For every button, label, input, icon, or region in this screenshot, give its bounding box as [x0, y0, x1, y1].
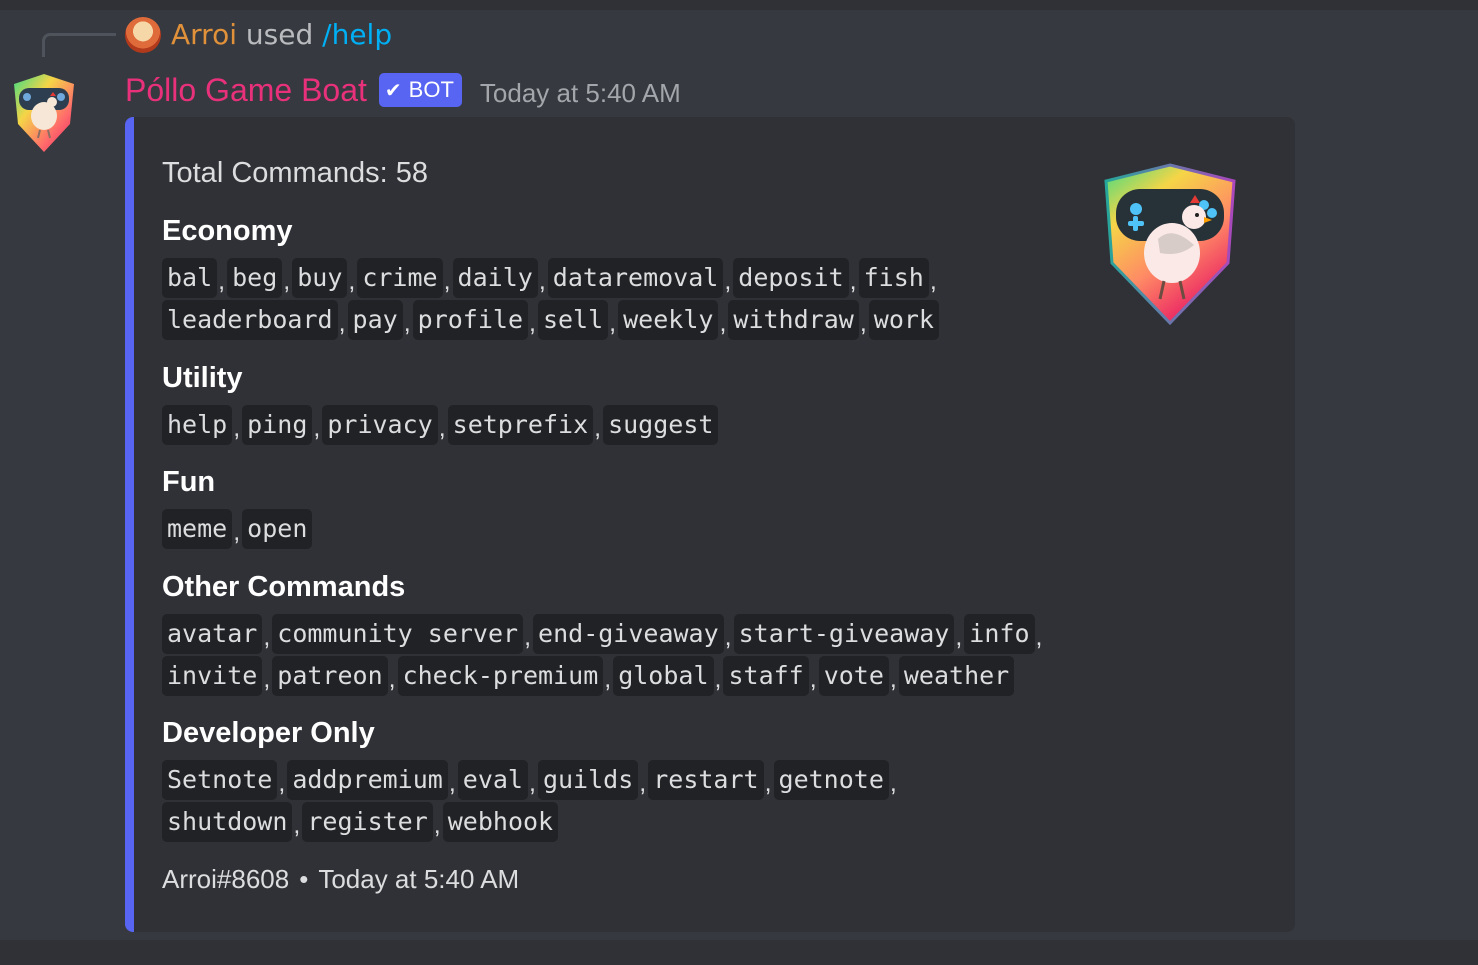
command-chip: community server — [272, 614, 524, 654]
field-line-other-1: avatar, community server, end-giveaway, … — [162, 613, 1044, 655]
command-chip: deposit — [733, 258, 849, 298]
field-title-developer-only: Developer Only — [162, 717, 375, 749]
command-chip: setprefix — [447, 405, 594, 445]
command-chip: weather — [898, 656, 1015, 696]
command-chip: fish — [858, 258, 929, 298]
command-chip: vote — [818, 656, 889, 696]
embed-thumbnail[interactable] — [1100, 161, 1240, 327]
command-chip: global — [613, 656, 714, 696]
footer-timestamp: Today at 5:40 AM — [318, 864, 520, 894]
reply-user-avatar[interactable] — [125, 17, 161, 53]
top-divider — [0, 0, 1478, 10]
command-chip: avatar — [162, 614, 263, 654]
command-chip: patreon — [272, 656, 388, 696]
reply-used-label: used — [245, 18, 314, 51]
command-chip: ping — [242, 405, 313, 445]
footer-separator: • — [299, 864, 309, 894]
embed-footer: Arroi#8608 • Today at 5:40 AM — [162, 860, 519, 898]
command-chip: privacy — [322, 405, 438, 445]
reply-username[interactable]: Arroi — [171, 18, 237, 51]
command-chip: eval — [457, 760, 528, 800]
field-title-economy: Economy — [162, 215, 293, 247]
embed-description: Total Commands: 58 — [162, 157, 428, 189]
reply-connector-line — [42, 33, 116, 57]
field-line-dev-1: Setnote, addpremium, eval, guilds, resta… — [162, 759, 899, 801]
bottom-divider — [0, 940, 1478, 965]
bot-username[interactable]: Póllo Game Boat — [125, 72, 367, 109]
command-chip: guilds — [537, 760, 639, 800]
command-chip: getnote — [773, 760, 889, 800]
command-chip: end-giveaway — [533, 614, 724, 654]
field-title-fun: Fun — [162, 466, 216, 498]
command-chip: open — [242, 509, 313, 549]
message-timestamp[interactable]: Today at 5:40 AM — [480, 78, 681, 109]
command-chip: weekly — [618, 300, 719, 340]
command-chip: beg — [227, 258, 283, 298]
footer-author: Arroi#8608 — [162, 864, 290, 894]
field-line-utility-1: help, ping, privacy, setprefix, suggest — [162, 404, 719, 446]
field-line-economy-2: leaderboard, pay, profile, sell, weekly,… — [162, 299, 939, 341]
reply-command[interactable]: /help — [322, 18, 392, 51]
command-chip: daily — [452, 258, 538, 298]
command-chip: suggest — [603, 405, 719, 445]
field-title-other-commands: Other Commands — [162, 571, 406, 603]
verified-check-icon: ✔ — [384, 79, 402, 102]
command-chip: check-premium — [397, 656, 604, 696]
command-chip: profile — [412, 300, 528, 340]
command-chip: bal — [162, 258, 218, 298]
field-title-utility: Utility — [162, 362, 243, 394]
message-header: Póllo Game Boat ✔ BOT Today at 5:40 AM — [125, 68, 681, 112]
field-line-fun-1: meme, open — [162, 508, 313, 550]
command-chip: dataremoval — [547, 258, 724, 298]
command-chip: crime — [357, 258, 443, 298]
command-chip: shutdown — [162, 802, 293, 842]
command-chip: buy — [292, 258, 348, 298]
command-chip: restart — [648, 760, 764, 800]
bot-avatar[interactable] — [10, 72, 78, 154]
command-chip: help — [162, 405, 233, 445]
command-chip: staff — [723, 656, 809, 696]
field-line-dev-2: shutdown, register, webhook — [162, 801, 559, 843]
command-chip: withdraw — [728, 300, 859, 340]
command-chip: register — [302, 802, 433, 842]
command-chip: leaderboard — [162, 300, 338, 340]
bot-badge-label: BOT — [408, 77, 454, 102]
command-chip: work — [868, 300, 939, 340]
bot-badge: ✔ BOT — [378, 73, 462, 107]
command-chip: webhook — [442, 802, 559, 842]
command-chip: info — [964, 614, 1035, 654]
command-chip: pay — [347, 300, 403, 340]
command-chip: sell — [537, 300, 609, 340]
field-line-other-2: invite, patreon, check-premium, global, … — [162, 655, 1015, 697]
command-chip: Setnote — [162, 760, 278, 800]
embed-accent-bar — [125, 117, 134, 932]
field-line-economy-1: bal, beg, buy, crime, daily, dataremoval… — [162, 257, 939, 299]
command-chip: addpremium — [287, 760, 448, 800]
reply-context: Arroi used /help — [171, 16, 392, 54]
command-chip: meme — [162, 509, 233, 549]
command-chip: start-giveaway — [733, 614, 955, 654]
command-chip: invite — [162, 656, 263, 696]
